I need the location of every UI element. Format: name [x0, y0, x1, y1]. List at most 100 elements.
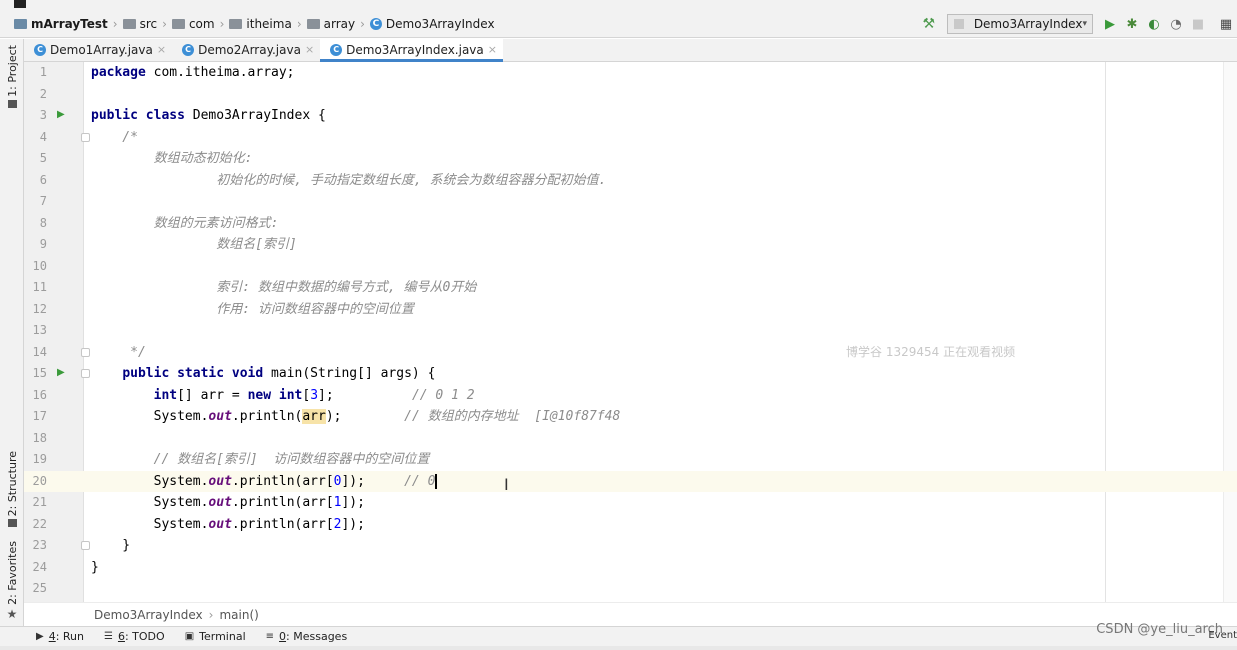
crumb-com[interactable]: com — [171, 17, 215, 31]
line-number: 2 — [39, 86, 47, 101]
chevron-right-icon: › — [296, 16, 302, 31]
code-line: 24 } — [24, 557, 1237, 579]
close-icon[interactable]: × — [488, 43, 497, 56]
left-tool-strip: 1: Project 2: Structure 2: Favorites ★ — [0, 39, 24, 626]
code-line: 4 /* — [24, 127, 1237, 149]
messages-tool-tab[interactable]: ≡ 0: Messages — [266, 630, 348, 643]
breadcrumb-class[interactable]: Demo3ArrayIndex — [94, 608, 203, 622]
code-token: [ — [302, 387, 311, 403]
comment: 数组动态初始化: — [91, 151, 253, 166]
code-text: package com.itheima.array; — [91, 62, 295, 84]
editor-tabs: C Demo1Array.java × C Demo2Array.java × … — [24, 38, 1237, 62]
chevron-right-icon: › — [112, 16, 118, 31]
breadcrumb-method[interactable]: main() — [219, 608, 258, 622]
code-text: int[] arr = new int[3]; // 0 1 2 — [91, 385, 475, 407]
run-tool-tab[interactable]: ▶ 4: Run — [36, 630, 84, 643]
comment: 作用: 访问数组容器中的空间位置 — [91, 301, 414, 317]
run-icon[interactable]: ▶ — [1099, 13, 1121, 35]
fold-icon[interactable] — [81, 541, 90, 550]
terminal-tool-tab[interactable]: ▣ Terminal — [185, 630, 246, 643]
star-icon: ★ — [6, 606, 18, 621]
tab-demo3arrayindex[interactable]: C Demo3ArrayIndex.java × — [320, 38, 503, 62]
run-configuration-select[interactable]: Demo3ArrayIndex ▾ — [947, 14, 1093, 34]
run-config-icon — [954, 19, 964, 29]
fold-icon[interactable] — [81, 369, 90, 378]
close-icon[interactable]: × — [157, 43, 166, 56]
code-line: 12 作用: 访问数组容器中的空间位置 — [24, 299, 1237, 321]
todo-tool-tab[interactable]: ☰ 6: TODO — [104, 630, 165, 643]
line-number: 15 — [32, 366, 47, 380]
list-icon: ☰ — [104, 631, 113, 642]
fold-icon[interactable] — [81, 132, 90, 142]
line-number: 12 — [32, 301, 47, 316]
code-line: 9 数组名[索引] — [24, 234, 1237, 256]
line-number: 14 — [32, 344, 47, 359]
run-gutter-icon[interactable]: ▶ — [57, 109, 65, 120]
debug-icon[interactable]: ✱ — [1121, 13, 1143, 35]
line-number: 21 — [32, 495, 47, 509]
code-token: System. — [153, 495, 209, 510]
keyword: class — [145, 108, 185, 123]
crumb-array[interactable]: array — [306, 17, 355, 31]
chevron-right-icon: › — [360, 16, 365, 31]
close-icon[interactable]: × — [305, 43, 314, 56]
coverage-icon[interactable]: ◐ — [1143, 13, 1165, 35]
code-token: [] arr = — [177, 387, 248, 403]
code-line: 16 int[] arr = new int[3]; // 0 1 2 — [24, 385, 1237, 407]
code-text: public static void main(String[] args) { — [91, 363, 435, 385]
event-log-tab[interactable]: Event — [1208, 630, 1237, 641]
code-line: 14 */ — [24, 342, 1237, 364]
editor-breadcrumb: Demo3ArrayIndex › main() — [24, 602, 1237, 626]
csdn-watermark: CSDN @ye_liu_arch — [1096, 622, 1223, 637]
structure-tool-tab[interactable]: 2: Structure — [2, 451, 22, 528]
project-structure-icon[interactable]: ▦ — [1215, 13, 1237, 35]
tab-demo1array[interactable]: C Demo1Array.java × — [24, 38, 172, 61]
line-number: 10 — [32, 258, 47, 273]
code-line: 18 — [24, 428, 1237, 450]
folder-icon — [122, 18, 136, 29]
crumb-class[interactable]: C Demo3ArrayIndex — [369, 17, 495, 31]
java-class-icon: C — [330, 43, 343, 56]
tab-demo2array[interactable]: C Demo2Array.java × — [172, 38, 320, 61]
code-line: 23 } — [24, 535, 1237, 557]
code-text: public class Demo3ArrayIndex { — [91, 105, 326, 127]
highlighted-usage: arr — [302, 409, 326, 424]
line-number: 9 — [39, 237, 47, 251]
run-gutter-icon[interactable]: ▶ — [57, 367, 65, 378]
line-number: 1 — [39, 65, 47, 79]
java-class-icon: C — [182, 43, 195, 56]
chevron-right-icon: › — [208, 607, 214, 622]
comment: // 数组名[索引] 访问数组容器中的空间位置 — [91, 452, 430, 467]
tool-window-bar: ▶ 4: Run ☰ 6: TODO ▣ Terminal ≡ 0: Messa… — [0, 626, 1237, 646]
profile-icon[interactable]: ◔ — [1165, 13, 1187, 35]
hammer-icon[interactable]: ⚒ — [922, 16, 935, 32]
code-token: ); — [325, 409, 342, 424]
project-tool-tab[interactable]: 1: Project — [2, 45, 22, 108]
line-number: 8 — [39, 215, 47, 230]
code-editor[interactable]: 1 package com.itheima.array; 2 3 ▶ publi… — [24, 62, 1237, 602]
code-token: com.itheima.array; — [145, 65, 295, 80]
line-number: 19 — [32, 452, 47, 466]
fold-icon[interactable] — [81, 347, 90, 357]
code-token: Demo3ArrayIndex { — [184, 108, 326, 123]
code-line: 7 — [24, 191, 1237, 213]
code-token: ]); — [341, 495, 365, 510]
messages-icon: ≡ — [265, 631, 275, 642]
code-line: 13 — [24, 320, 1237, 342]
line-number: 11 — [32, 280, 47, 294]
line-number: 4 — [39, 129, 47, 144]
keyword: new int — [247, 387, 303, 403]
stop-icon[interactable]: ■ — [1187, 13, 1209, 35]
crumb-src[interactable]: src — [122, 17, 157, 31]
comment: // 0 1 2 — [333, 387, 475, 403]
code-line: 11 索引: 数组中数据的编号方式, 编号从0开始 — [24, 277, 1237, 299]
project-folder-icon — [14, 18, 27, 29]
crumb-project[interactable]: mArrayTest — [14, 17, 108, 31]
code-text: } — [91, 559, 99, 575]
keyword: int — [153, 387, 178, 403]
code-token: ]; — [318, 387, 334, 403]
code-token: ]); — [341, 516, 365, 532]
number-literal: 3 — [310, 387, 319, 403]
favorites-tool-tab[interactable]: 2: Favorites ★ — [2, 541, 22, 621]
crumb-itheima[interactable]: itheima — [229, 17, 292, 31]
